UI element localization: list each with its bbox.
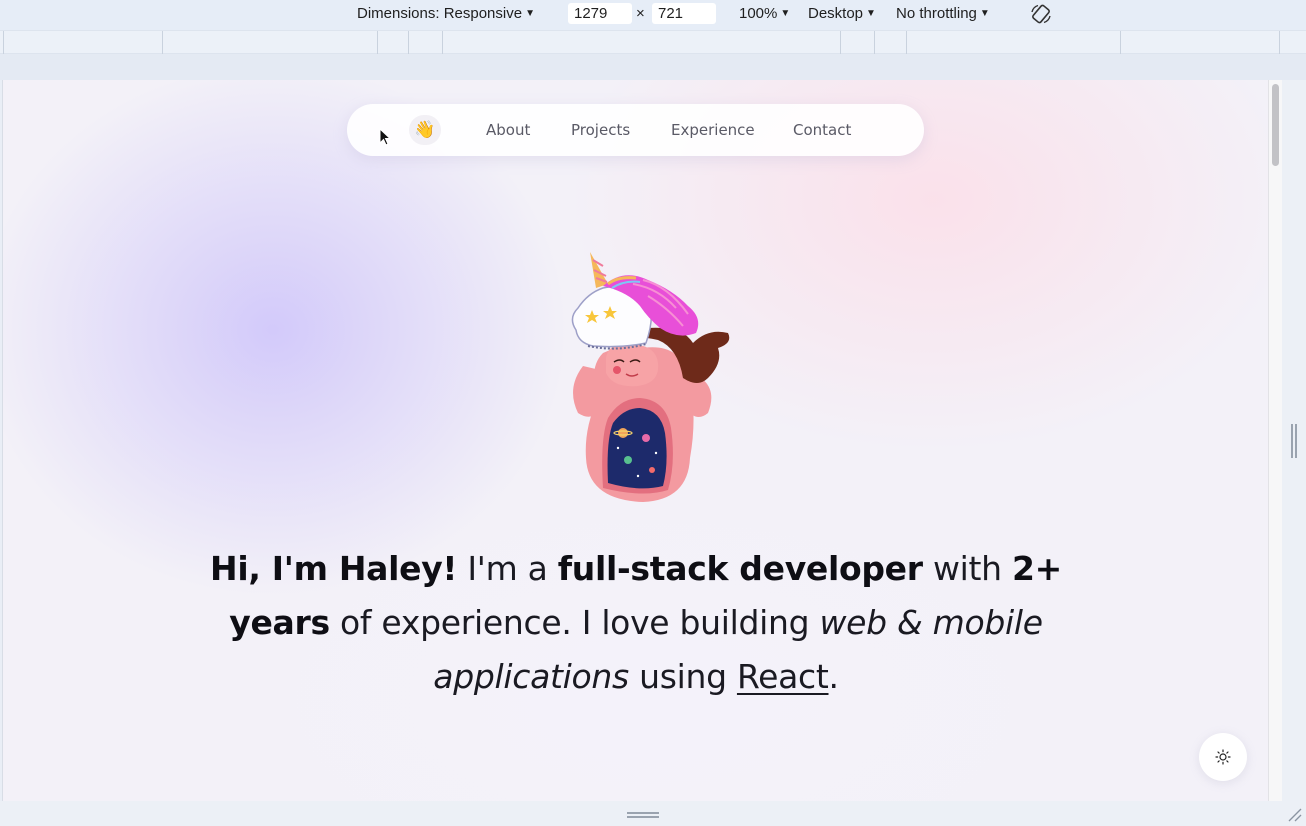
hero-text-5: . bbox=[828, 657, 840, 696]
media-query-segment[interactable] bbox=[841, 31, 875, 54]
hero-text-4: using bbox=[628, 657, 737, 696]
zoom-dropdown[interactable]: 100% ▼ bbox=[739, 5, 790, 25]
media-query-segment[interactable] bbox=[907, 31, 1121, 54]
media-query-segment[interactable] bbox=[443, 31, 841, 54]
toolbar-spacer bbox=[0, 54, 1306, 80]
zoom-label: 100% bbox=[739, 5, 778, 22]
hero-text-1: I'm a bbox=[457, 549, 558, 588]
dimensions-label: Dimensions: Responsive bbox=[357, 5, 523, 22]
hero-react-link[interactable]: React bbox=[737, 657, 829, 696]
nav-link-experience[interactable]: Experience bbox=[671, 121, 755, 139]
bottom-resize-handle[interactable] bbox=[627, 812, 659, 818]
hero-intro: Hi, I'm Haley! I'm a full-stack develope… bbox=[186, 542, 1086, 704]
device-dropdown[interactable]: Desktop ▼ bbox=[808, 5, 876, 25]
media-query-bar bbox=[0, 30, 1306, 54]
waving-hand-icon[interactable]: 👋 bbox=[409, 115, 441, 145]
hero-text-2: with bbox=[922, 549, 1012, 588]
caret-down-icon: ▼ bbox=[525, 8, 535, 19]
width-input[interactable]: 1279 bbox=[568, 3, 632, 24]
media-query-segment[interactable] bbox=[875, 31, 907, 54]
throttling-dropdown[interactable]: No throttling ▼ bbox=[896, 5, 990, 25]
nav-link-contact[interactable]: Contact bbox=[793, 121, 851, 139]
throttling-label: No throttling bbox=[896, 5, 977, 22]
theme-toggle-button[interactable] bbox=[1199, 733, 1247, 781]
scrollbar-thumb[interactable] bbox=[1272, 84, 1279, 166]
page-scrollbar[interactable] bbox=[1268, 80, 1282, 801]
hero-text-3: of experience. I love building bbox=[329, 603, 820, 642]
right-resize-gutter bbox=[1282, 80, 1306, 826]
media-query-segment[interactable] bbox=[163, 31, 378, 54]
corner-resize-grip-icon[interactable] bbox=[1286, 806, 1302, 822]
dimensions-dropdown[interactable]: Dimensions: Responsive ▼ bbox=[357, 5, 535, 25]
sun-icon bbox=[1215, 749, 1231, 765]
hero-greeting: Hi, I'm Haley! bbox=[210, 549, 458, 588]
media-query-segment[interactable] bbox=[4, 31, 163, 54]
hero-role: full-stack developer bbox=[557, 549, 923, 588]
bottom-resize-gutter bbox=[0, 801, 1282, 826]
right-resize-handle[interactable] bbox=[1291, 424, 1297, 458]
device-label: Desktop bbox=[808, 5, 864, 22]
site-nav: 👋 About Projects Experience Contact bbox=[347, 104, 924, 156]
caret-down-icon: ▼ bbox=[780, 8, 791, 19]
page-viewport: 👋 About Projects Experience Contact Hi, … bbox=[2, 80, 1268, 801]
times-symbol: × bbox=[636, 5, 645, 22]
media-query-segment[interactable] bbox=[409, 31, 443, 54]
nav-link-projects[interactable]: Projects bbox=[571, 121, 630, 139]
media-query-segment[interactable] bbox=[1121, 31, 1280, 54]
height-input[interactable]: 721 bbox=[652, 3, 716, 24]
caret-down-icon: ▼ bbox=[979, 8, 990, 19]
unicorn-girl-illustration bbox=[571, 252, 730, 502]
nav-link-about[interactable]: About bbox=[486, 121, 530, 139]
rotate-icon[interactable] bbox=[1029, 2, 1053, 26]
device-toolbar: Dimensions: Responsive ▼ 1279 × 721 100% ▼… bbox=[0, 0, 1306, 30]
caret-down-icon: ▼ bbox=[866, 8, 876, 19]
mouse-cursor-icon bbox=[379, 128, 392, 146]
media-query-segment[interactable] bbox=[378, 31, 409, 54]
